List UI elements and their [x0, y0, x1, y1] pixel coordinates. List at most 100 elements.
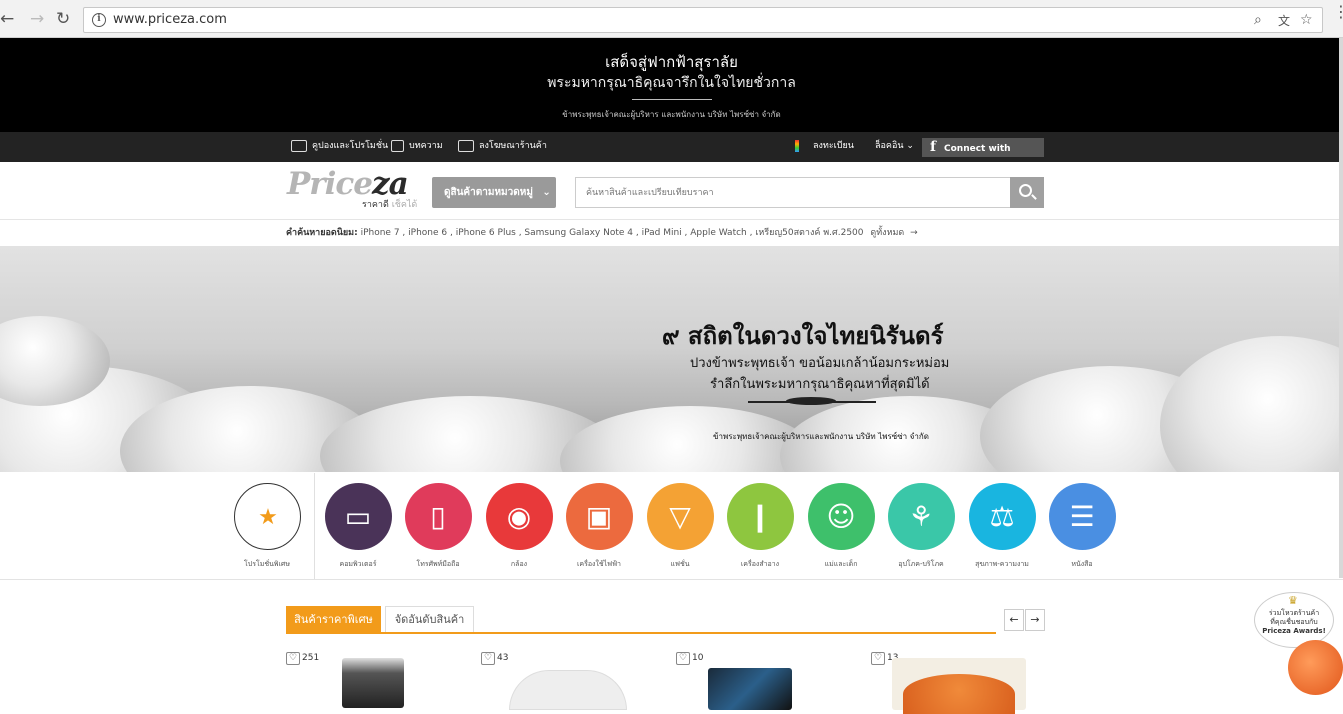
awards-line2: ที่คุณชื่นชอบกับ	[1270, 618, 1318, 626]
tab-special-price[interactable]: สินค้าราคาพิเศษ	[286, 606, 381, 633]
register-label: ลงทะเบียน	[813, 141, 854, 151]
advertise-link[interactable]: ลงโฆษณาร้านค้า	[458, 139, 547, 153]
category-label: สุขภาพ-ความงาม	[975, 560, 1029, 568]
banner-line3: ข้าพระพุทธเจ้าคณะผู้บริหาร และพนักงาน บร…	[562, 110, 781, 119]
category-item[interactable]: ★ โปรโมชั่นพิเศษ	[227, 483, 307, 570]
category-circle[interactable]: ⚘	[887, 483, 955, 550]
bottles-icon: ⚘	[908, 500, 934, 533]
banner-line1: เสด็จสู่ฟากฟ้าสุราลัย	[605, 53, 738, 71]
back-button[interactable]: ←	[0, 9, 14, 29]
advertise-label: ลงโฆษณาร้านค้า	[479, 141, 547, 151]
coupon-icon	[291, 139, 307, 152]
category-item[interactable]: ☺ แม่และเด็ก	[801, 483, 881, 570]
coupons-link[interactable]: คูปองและโปรโมชั่น	[291, 139, 388, 153]
browser-chrome: ← → ↻ i www.priceza.com ⌕ 文 ☆ ⋮	[0, 0, 1343, 38]
login-label: ล็อคอิน	[875, 141, 904, 151]
register-link[interactable]: ลงทะเบียน	[795, 139, 854, 153]
see-all-link[interactable]: ดูทั้งหมด	[870, 228, 904, 238]
popular-label: คำค้นหายอดนิยม:	[286, 228, 358, 238]
category-circle[interactable]: ▽	[646, 483, 714, 550]
category-circle[interactable]: ❙	[726, 483, 794, 550]
product-card[interactable]: ♡13	[871, 652, 1061, 714]
coupons-label: คูปองและโปรโมชั่น	[312, 141, 389, 151]
logo-part1: Price	[287, 166, 373, 202]
category-circle[interactable]: ⚖	[968, 483, 1036, 550]
category-circle[interactable]: ▯	[404, 483, 472, 550]
ranking-icon	[795, 139, 799, 152]
forward-button[interactable]: →	[30, 9, 44, 29]
books-icon: ☰	[1069, 500, 1095, 533]
mascot-icon[interactable]	[1288, 640, 1343, 695]
browser-menu-icon[interactable]: ⋮	[1333, 4, 1343, 20]
like-count: 251	[302, 653, 320, 663]
tagline-part2: เช็คได้	[391, 200, 418, 210]
hero-line1: ปวงข้าพระพุทธเจ้า ขอน้อมเกล้าน้อมกระหม่อ…	[690, 356, 950, 371]
banner-ornament	[632, 99, 712, 100]
search-input[interactable]	[575, 177, 1011, 208]
reload-button[interactable]: ↻	[56, 9, 70, 29]
popular-searches: คำค้นหายอดนิยม: iPhone 7 , iPhone 6 , iP…	[0, 219, 1343, 246]
popular-terms[interactable]: iPhone 7 , iPhone 6 , iPhone 6 Plus , Sa…	[361, 228, 864, 238]
category-item[interactable]: ⚘ อุปโภค-บริโภค	[881, 483, 961, 570]
arrow-right-icon: →	[910, 228, 918, 238]
product-card[interactable]: ♡ 251	[286, 652, 476, 712]
category-label: แฟชั่น	[670, 560, 690, 568]
tag-icon: ★	[258, 505, 278, 530]
awards-line1: ร่วมโหวตร้านค้า	[1268, 609, 1320, 617]
category-label: กล้อง	[510, 560, 528, 568]
carousel-next-button[interactable]: →	[1025, 609, 1045, 631]
product-card[interactable]: ♡ 10	[676, 652, 866, 712]
info-icon[interactable]: i	[92, 13, 106, 27]
tab-product-ranking[interactable]: จัดอันดับสินค้า	[385, 606, 474, 632]
product-card[interactable]: ♡ 43	[481, 652, 671, 712]
like-counter[interactable]: ♡ 10	[676, 652, 703, 665]
category-item[interactable]: ◉ กล้อง	[479, 483, 559, 570]
url-text[interactable]: www.priceza.com	[113, 12, 227, 27]
category-item[interactable]: ▽ แฟชั่น	[640, 483, 720, 570]
banner-line2: พระมหากรุณาธิคุณจารึกในใจไทยชั่วกาล	[547, 75, 796, 91]
category-circle[interactable]: ☰	[1048, 483, 1116, 550]
address-bar[interactable]: i www.priceza.com ⌕ 文 ☆	[83, 7, 1323, 33]
bag-icon: ▽	[669, 500, 691, 533]
category-circle[interactable]: ☺	[807, 483, 875, 550]
category-circle[interactable]: ▣	[565, 483, 633, 550]
washer-icon: ▣	[585, 500, 613, 533]
product-image[interactable]	[509, 670, 627, 710]
cosmetics-icon: ❙	[748, 500, 772, 533]
category-label: แม่และเด็ก	[824, 560, 858, 568]
chevron-down-icon: ⌄	[542, 187, 551, 198]
hero-banner[interactable]: ๙ สถิตในดวงใจไทยนิรันดร์ ปวงข้าพระพุทธเจ…	[0, 246, 1343, 472]
articles-link[interactable]: บทความ	[391, 139, 443, 153]
category-item[interactable]: ▭ คอมพิวเตอร์	[318, 483, 398, 570]
category-dropdown-button[interactable]: ดูสินค้าตามหมวดหมู่ ⌄	[432, 177, 556, 208]
product-image[interactable]	[708, 668, 792, 710]
category-item[interactable]: ▣ เครื่องใช้ไฟฟ้า	[559, 483, 639, 570]
mourning-banner: เสด็จสู่ฟากฟ้าสุราลัย พระมหากรุณาธิคุณจา…	[0, 38, 1343, 132]
category-circle[interactable]: ★	[233, 483, 301, 550]
product-image[interactable]	[342, 658, 404, 708]
trophy-icon: ♛	[1288, 594, 1298, 607]
page-scrollbar[interactable]	[1339, 38, 1343, 578]
tagline-part1: ราคาดี	[362, 200, 389, 210]
category-item[interactable]: ☰ หนังสือ	[1042, 483, 1122, 570]
like-counter[interactable]: ♡ 251	[286, 652, 319, 665]
like-counter[interactable]: ♡ 43	[481, 652, 508, 665]
carousel-prev-button[interactable]: ←	[1004, 609, 1024, 631]
awards-bubble[interactable]: ♛ ร่วมโหวตร้านค้า ที่คุณชื่นชอบกับ Price…	[1254, 592, 1334, 648]
category-label: เครื่องสำอาง	[740, 560, 780, 568]
category-label: โทรศัพท์มือถือ	[416, 560, 460, 568]
category-circle[interactable]: ◉	[485, 483, 553, 550]
translate-icon[interactable]: 文	[1278, 12, 1290, 29]
category-item[interactable]: ❙ เครื่องสำอาง	[720, 483, 800, 570]
bookmark-star-icon[interactable]: ☆	[1300, 12, 1313, 28]
category-label: คอมพิวเตอร์	[339, 560, 377, 568]
zoom-icon[interactable]: ⌕	[1254, 12, 1262, 28]
facebook-connect-button[interactable]: f Connect with facebook	[922, 138, 1044, 173]
category-item[interactable]: ⚖ สุขภาพ-ความงาม	[962, 483, 1042, 570]
category-item[interactable]: ▯ โทรศัพท์มือถือ	[398, 483, 478, 570]
search-button[interactable]	[1010, 177, 1044, 208]
login-dropdown[interactable]: ล็อคอิน ⌄	[875, 139, 914, 153]
category-circle[interactable]: ▭	[324, 483, 392, 550]
phone-icon: ▯	[430, 500, 446, 533]
like-count: 43	[497, 653, 509, 663]
